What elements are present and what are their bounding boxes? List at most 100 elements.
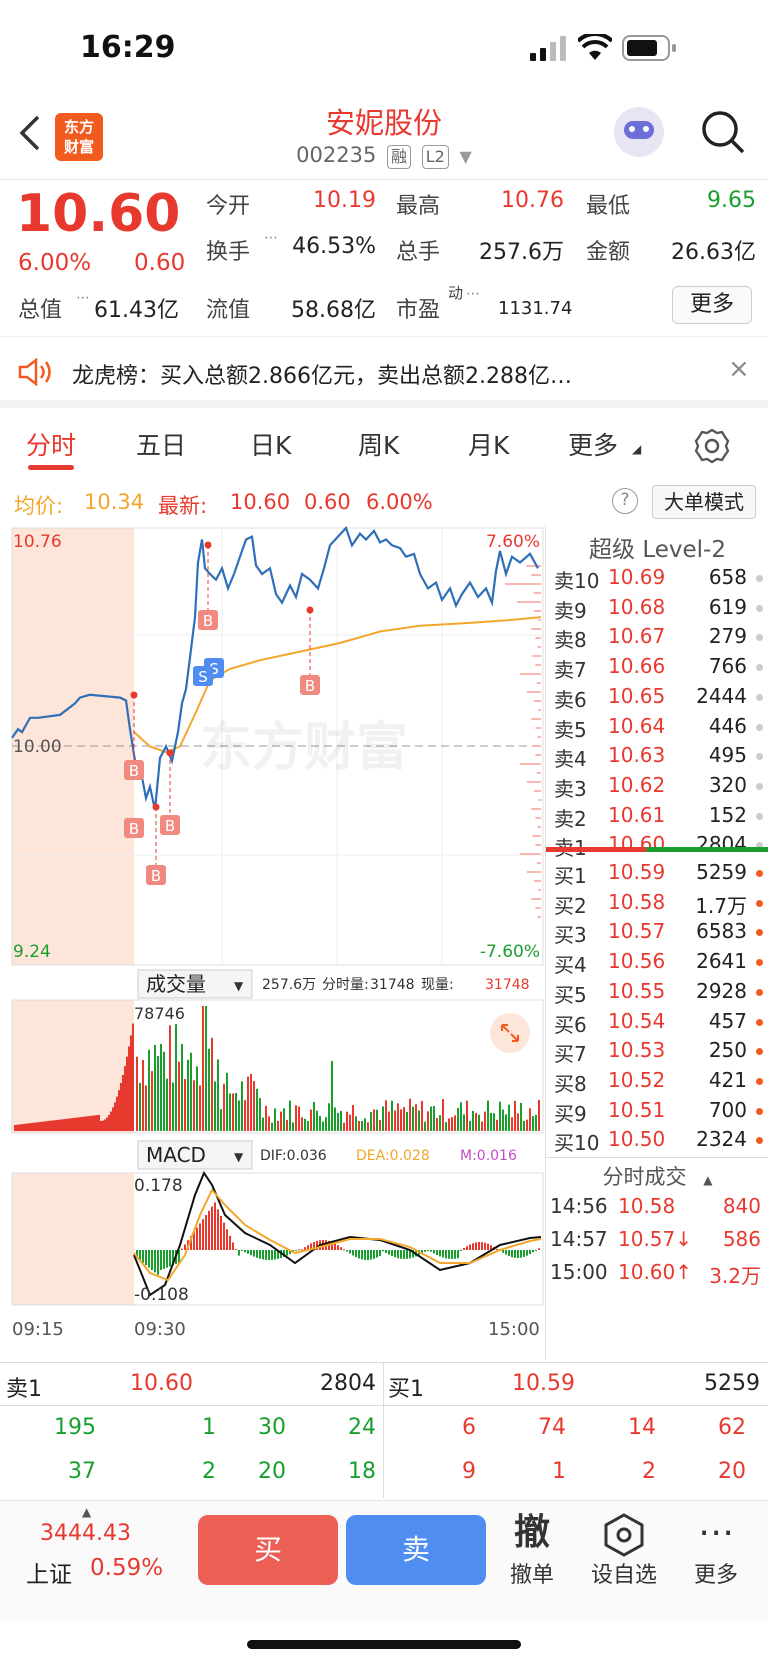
volume-bar: [508, 1104, 510, 1131]
dot-icon: [756, 693, 763, 701]
macd-bar: [367, 1250, 369, 1260]
macd-bar: [439, 1250, 441, 1257]
volume-bar: [32, 1122, 34, 1131]
ask-row[interactable]: 卖6 10.65 2444: [546, 681, 768, 712]
depth-bar: [535, 817, 541, 819]
volume-bar: [76, 1117, 78, 1131]
volume-bar: [307, 1120, 309, 1131]
volume-bar: [160, 1043, 162, 1131]
bid-row[interactable]: 买1 10.59 5259: [546, 857, 768, 888]
float-value: 58.68亿: [291, 298, 376, 323]
macd-bar: [205, 1215, 207, 1250]
big-order-mode-button[interactable]: 大单模式: [652, 485, 756, 519]
bid-row[interactable]: 买5 10.55 2928: [546, 976, 768, 1007]
bid-row[interactable]: 买6 10.54 457: [546, 1006, 768, 1037]
bid-row[interactable]: 买8 10.52 421: [546, 1065, 768, 1096]
cancel-order-button[interactable]: 撤 撤单: [492, 1509, 572, 1589]
ask-row[interactable]: 卖2 10.61 152: [546, 800, 768, 831]
low-label: 最低: [586, 194, 631, 219]
volume-bar: [394, 1110, 396, 1131]
macd-bar: [346, 1250, 348, 1252]
marker-letter: B: [129, 820, 139, 838]
ask-row[interactable]: 卖5 10.64 446: [546, 711, 768, 742]
volume-bar: [490, 1112, 492, 1131]
volume-bar: [226, 1072, 228, 1131]
bid-level-volume: 2324: [696, 1127, 747, 1152]
tab-intraday[interactable]: 分时: [26, 426, 76, 462]
close-icon[interactable]: ×: [728, 354, 750, 384]
more-menu-button[interactable]: ⋯ 更多: [676, 1509, 756, 1589]
macd-bar: [247, 1250, 249, 1254]
queue-order-size: 1: [552, 1459, 566, 1484]
add-watchlist-button[interactable]: 设自选: [584, 1509, 664, 1589]
volume-bar: [74, 1117, 76, 1131]
volume-bar: [283, 1108, 285, 1131]
index-value[interactable]: 3444.43: [40, 1521, 131, 1546]
ask-row[interactable]: 卖10 10.69 658: [546, 562, 768, 593]
ask-row[interactable]: 卖7 10.66 766: [546, 651, 768, 682]
volume-bar: [72, 1118, 74, 1131]
ask-level-label: 卖3: [554, 776, 587, 801]
bid-row[interactable]: 买4 10.56 2641: [546, 946, 768, 977]
ask-row[interactable]: 卖4 10.63 495: [546, 740, 768, 771]
info-dots-icon[interactable]: ⋯: [76, 290, 90, 306]
bid-row[interactable]: 买2 10.58 1.7万: [546, 887, 768, 918]
bid-level-label: 买2: [554, 893, 587, 918]
bid-row[interactable]: 买3 10.57 6583: [546, 916, 768, 947]
marker-letter: B: [151, 867, 161, 885]
tab-weekly-k[interactable]: 周K: [358, 426, 399, 462]
sell-button[interactable]: 卖: [346, 1515, 486, 1585]
more-quote-button[interactable]: 更多: [672, 286, 752, 324]
volume-bar: [274, 1108, 276, 1131]
search-icon[interactable]: [700, 109, 746, 155]
ask-level-label: 卖4: [554, 747, 587, 772]
volume-bar: [463, 1114, 465, 1131]
ask-row[interactable]: 卖110.602804: [546, 829, 768, 860]
tab-five-day[interactable]: 五日: [136, 426, 186, 462]
home-indicator: [247, 1640, 521, 1649]
ask-row[interactable]: 卖8 10.67 279: [546, 621, 768, 652]
volume-bar: [415, 1104, 417, 1131]
tab-daily-k[interactable]: 日K: [250, 426, 291, 462]
info-dots-icon[interactable]: ⋯: [264, 230, 278, 246]
volume-bar: [352, 1105, 354, 1131]
depth-bar: [535, 664, 541, 666]
volume-bar: [169, 1025, 171, 1131]
tick-volume: 586: [722, 1227, 761, 1251]
robot-assistant-icon[interactable]: [614, 107, 664, 157]
dot-icon: [756, 1107, 763, 1115]
ask-row[interactable]: 卖9 10.68 619: [546, 592, 768, 623]
volume-bar: [376, 1109, 378, 1131]
ticks-header[interactable]: 分时成交 ▲: [546, 1161, 768, 1191]
volume-bar: [124, 1066, 126, 1131]
bid-row[interactable]: 买9 10.51 700: [546, 1095, 768, 1126]
macd-bar: [151, 1250, 153, 1270]
marker-letter: B: [165, 817, 175, 835]
bid-level-volume: 421: [708, 1067, 747, 1092]
bid-row[interactable]: 买10 10.50 2324: [546, 1124, 768, 1155]
help-icon[interactable]: ?: [612, 488, 638, 514]
dragon-tiger-banner[interactable]: 龙虎榜：买入总额2.866亿元，卖出总额2.288亿… ×: [0, 338, 768, 408]
buy-button[interactable]: 买: [198, 1515, 338, 1585]
volume-bar: [187, 1059, 189, 1131]
y-axis-bottom: 9.24: [13, 942, 51, 962]
ask-row[interactable]: 卖3 10.62 320: [546, 770, 768, 801]
macd-bar: [433, 1250, 435, 1254]
ask-level-price: 10.69: [608, 565, 666, 589]
chevron-down-icon: ▼: [234, 1150, 244, 1164]
tab-monthly-k[interactable]: 月K: [468, 426, 509, 462]
bid-row[interactable]: 买7 10.53 250: [546, 1035, 768, 1066]
volume-bar: [418, 1110, 420, 1131]
settings-gear-icon[interactable]: [694, 428, 730, 464]
expand-chart-icon[interactable]: [490, 1013, 530, 1053]
tick-price: 10.60↑: [618, 1260, 693, 1284]
depth-bar: [535, 907, 541, 909]
info-dots-icon[interactable]: ⋯: [466, 286, 480, 302]
volume-bar: [78, 1117, 80, 1131]
tab-more[interactable]: 更多: [568, 426, 618, 462]
dea-value: DEA:0.028: [356, 1148, 430, 1164]
intraday-charts[interactable]: 东方财富 BBBBBBSS 10.76 10.00 9.24 7.60% -7.…: [0, 525, 545, 1360]
volume-bar: [80, 1117, 82, 1131]
ask-level-volume: 320: [708, 772, 747, 797]
volume-bar: [112, 1107, 114, 1131]
